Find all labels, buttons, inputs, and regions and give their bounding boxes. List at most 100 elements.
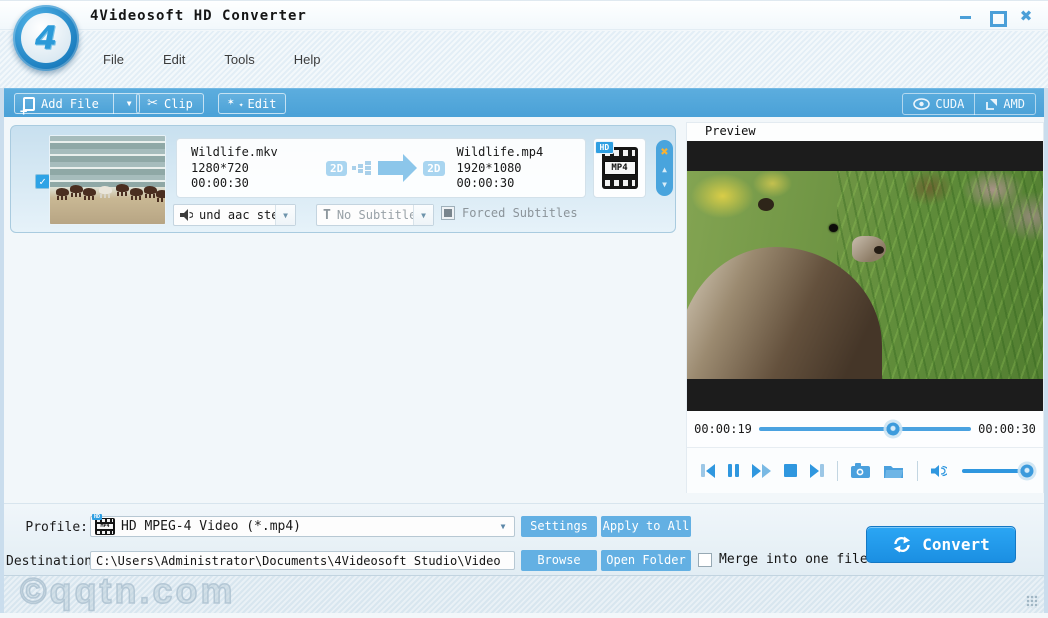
- hd-badge: HD: [595, 141, 615, 154]
- menu-bar: File Edit Tools Help: [0, 31, 1048, 88]
- target-duration: 00:00:30: [457, 176, 544, 191]
- destination-label: Destination:: [6, 554, 88, 569]
- seek-knob[interactable]: [886, 423, 899, 436]
- audio-track-select[interactable]: und aac ster ▼: [173, 204, 296, 226]
- destination-input[interactable]: [90, 551, 515, 570]
- camera-icon: [851, 463, 871, 478]
- logo-numeral: 4: [35, 19, 57, 57]
- fast-forward-button[interactable]: [752, 463, 771, 479]
- add-file-label: Add File: [41, 97, 99, 111]
- forced-subtitles-box[interactable]: [441, 206, 455, 220]
- profile-select[interactable]: MP4 HD HD MPEG-4 Video (*.mp4) ▼: [90, 516, 515, 537]
- item-controls-pill: ✖ ▲ ▼: [656, 140, 673, 196]
- file-thumbnail[interactable]: [49, 135, 166, 225]
- speaker-icon: [180, 209, 193, 221]
- source-2d-badge: 2D: [326, 161, 347, 176]
- stop-button[interactable]: [784, 463, 797, 479]
- sparkle-icon: ✶ ✦: [228, 97, 242, 111]
- previous-frame-button[interactable]: [701, 463, 715, 479]
- output-settings-panel: Profile: MP4 HD HD MPEG-4 Video (*.mp4) …: [4, 503, 1044, 575]
- mute-button[interactable]: [931, 463, 947, 479]
- convert-label: Convert: [922, 535, 989, 554]
- app-window: 4Videosoft HD Converter ✖ File Edit Tool…: [0, 0, 1048, 618]
- profile-dropdown-arrow-icon[interactable]: ▼: [492, 522, 514, 531]
- browse-button[interactable]: Browse: [521, 550, 597, 571]
- cuda-label: CUDA: [935, 97, 964, 111]
- forced-subtitles-checkbox[interactable]: Forced Subtitles: [441, 206, 578, 220]
- cuda-toggle[interactable]: CUDA: [903, 97, 974, 111]
- audio-track-value: und aac ster: [199, 208, 275, 222]
- next-frame-button[interactable]: [810, 463, 824, 479]
- maximize-button[interactable]: [988, 9, 1004, 23]
- current-time: 00:00:19: [687, 422, 759, 436]
- arrow-right-icon: [378, 161, 404, 175]
- nvidia-eye-icon: [913, 98, 930, 110]
- open-output-folder-button[interactable]: [884, 463, 904, 479]
- amd-arrow-icon: [985, 98, 998, 111]
- subtitle-select[interactable]: T No Subtitle ▼: [316, 204, 434, 226]
- audio-dropdown-arrow-icon[interactable]: ▼: [275, 205, 295, 225]
- media-info-card[interactable]: Wildlife.mkv 1280*720 00:00:30 2D 2D Wil…: [176, 138, 586, 198]
- menu-edit[interactable]: Edit: [159, 50, 189, 69]
- add-file-icon: [23, 97, 35, 111]
- resize-grip[interactable]: [1026, 595, 1039, 608]
- close-button[interactable]: ✖: [1018, 9, 1034, 23]
- merge-checkbox-box[interactable]: [698, 553, 712, 567]
- profile-format-icon: MP4 HD: [95, 518, 115, 535]
- status-bar: ©qqtn.com: [4, 575, 1044, 613]
- volume-icon: [931, 464, 947, 478]
- toolbar: Add File ▼ ✂ Clip ✶ ✦ Edit CUDA: [0, 88, 1048, 117]
- window-title: 4Videosoft HD Converter: [90, 8, 307, 24]
- open-folder-button[interactable]: Open Folder: [601, 550, 691, 571]
- menu-items: File Edit Tools Help: [99, 50, 324, 69]
- playback-controls: [687, 448, 1043, 493]
- preview-video-area[interactable]: [687, 141, 1043, 411]
- subtitle-t-icon: T: [323, 208, 331, 223]
- total-time: 00:00:30: [971, 422, 1043, 436]
- scissors-icon: ✂: [147, 97, 158, 110]
- move-down-icon[interactable]: ▼: [662, 181, 667, 189]
- output-format-card[interactable]: MP4 HD: [593, 138, 646, 198]
- remove-item-icon[interactable]: ✖: [660, 147, 668, 158]
- amd-toggle[interactable]: AMD: [975, 97, 1035, 111]
- source-filename: Wildlife.mkv: [191, 145, 326, 160]
- edit-button[interactable]: ✶ ✦ Edit: [218, 93, 286, 114]
- source-info: Wildlife.mkv 1280*720 00:00:30: [191, 145, 326, 191]
- preview-video-frame: [687, 171, 1043, 379]
- volume-slider[interactable]: [962, 463, 1029, 479]
- window-edge-right: [1044, 88, 1048, 613]
- target-2d-badge: 2D: [423, 161, 444, 176]
- snapshot-button[interactable]: [851, 463, 871, 479]
- window-edge-left: [0, 88, 4, 613]
- clip-button[interactable]: ✂ Clip: [136, 93, 204, 114]
- marmot-subject: [687, 202, 882, 379]
- seek-slider[interactable]: [759, 411, 971, 447]
- profile-value: HD MPEG-4 Video (*.mp4): [121, 519, 492, 534]
- subtitle-dropdown-arrow-icon[interactable]: ▼: [413, 205, 433, 225]
- target-info: Wildlife.mp4 1920*1080 00:00:30: [457, 145, 544, 191]
- preview-panel: Preview 00:00:19 00:00:30: [686, 122, 1044, 493]
- menu-help[interactable]: Help: [290, 50, 325, 69]
- apply-to-all-button[interactable]: Apply to All: [601, 516, 691, 537]
- minimize-button[interactable]: [958, 9, 974, 23]
- pause-button[interactable]: [728, 463, 739, 479]
- add-file-button[interactable]: Add File ▼: [14, 93, 140, 114]
- volume-knob[interactable]: [1020, 464, 1033, 477]
- preview-title: Preview: [687, 123, 1043, 141]
- menu-tools[interactable]: Tools: [220, 50, 258, 69]
- convert-arrows-icon: [892, 536, 912, 553]
- watermark-text: ©qqtn.com: [20, 570, 236, 612]
- merge-checkbox[interactable]: Merge into one file: [698, 552, 868, 567]
- move-up-icon[interactable]: ▲: [662, 166, 667, 174]
- convert-button[interactable]: Convert: [866, 526, 1016, 563]
- target-resolution: 1920*1080: [457, 161, 544, 176]
- file-checkbox[interactable]: ✓: [35, 174, 50, 189]
- forced-subtitles-label: Forced Subtitles: [462, 206, 578, 220]
- preview-timeline: 00:00:19 00:00:30: [687, 411, 1043, 448]
- title-bar: 4Videosoft HD Converter ✖: [0, 0, 1048, 30]
- settings-button[interactable]: Settings: [521, 516, 597, 537]
- amd-label: AMD: [1003, 97, 1025, 111]
- edit-label: Edit: [248, 97, 277, 111]
- window-controls: ✖: [958, 9, 1034, 23]
- menu-file[interactable]: File: [99, 50, 128, 69]
